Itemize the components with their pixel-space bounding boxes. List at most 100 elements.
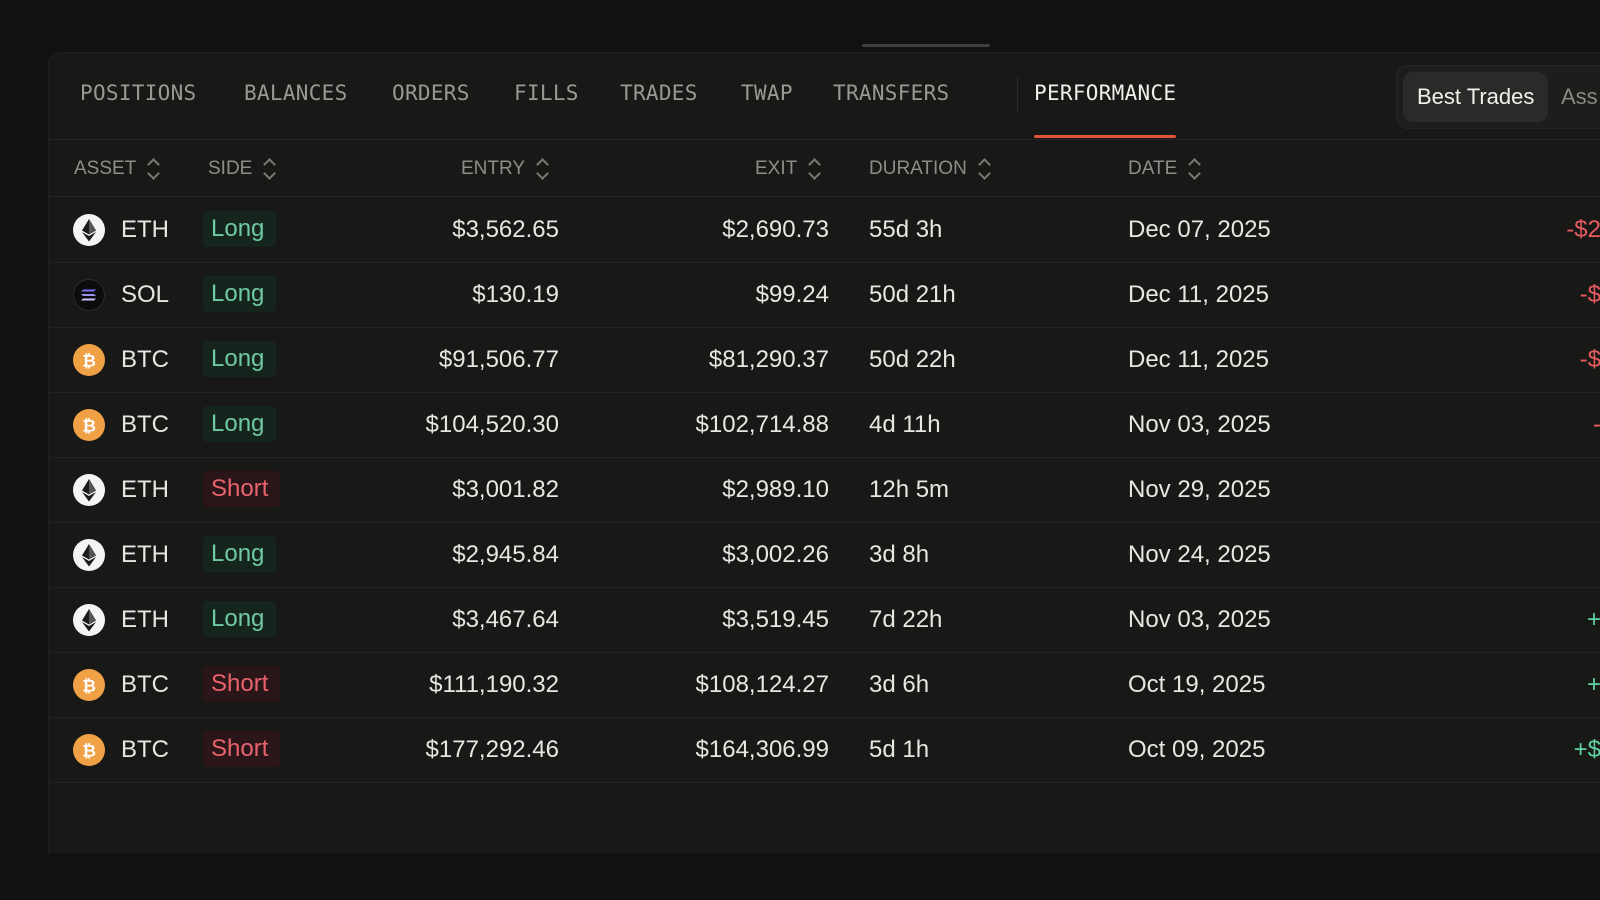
date-cell: Dec 11, 2025 [1128,281,1269,308]
table-row[interactable]: SOL Long $130.19 $99.24 50d 21h Dec 11, 2025 -… [49,262,1600,328]
pnl-cell: +$ [1573,736,1600,763]
svg-text:₿: ₿ [82,417,96,437]
side-badge: Long [203,406,277,442]
entry-price-cell: $104,520.30 [425,411,559,438]
column-asset-label: ASSET [74,158,137,179]
eth-icon [73,214,105,246]
tab-twap[interactable]: TWAP [741,81,793,105]
column-exit-label: EXIT [755,158,798,179]
entry-price-cell: $3,001.82 [452,476,559,503]
tab-orders[interactable]: ORDERS [392,81,470,105]
column-exit[interactable]: EXIT [755,156,821,182]
tab-performance[interactable]: PERFORMANCE [1034,81,1177,138]
svg-text:₿: ₿ [82,742,96,762]
side-badge: Long [203,536,277,572]
table-row[interactable]: ₿ BTC Long $104,520.30 $102,714.88 4d 11h Nov … [49,392,1600,458]
performance-panel: POSITIONS BALANCES ORDERS FILLS TRADES T… [48,52,1600,853]
exit-price-cell: $3,002.26 [722,541,829,568]
table-row[interactable]: ETH Long $2,945.84 $3,002.26 3d 8h Nov 24, 20… [49,522,1600,588]
tab-trades[interactable]: TRADES [620,81,698,105]
column-duration-label: DURATION [869,158,967,179]
exit-price-cell: $164,306.99 [695,736,829,763]
table-row[interactable]: ₿ BTC Short $111,190.32 $108,124.27 3d 6h Oct … [49,652,1600,718]
asset-cell: ETH [121,216,169,243]
eth-icon [73,539,105,571]
table-row[interactable]: ₿ BTC Short $177,292.46 $164,306.99 5d 1h Oct … [49,717,1600,783]
table-row[interactable]: ₿ BTC Long $91,506.77 $81,290.37 50d 22h Dec 1… [49,327,1600,393]
duration-cell: 12h 5m [869,476,950,503]
date-cell: Dec 11, 2025 [1128,346,1269,373]
drag-handle[interactable] [862,44,990,47]
column-side[interactable]: SIDE [208,156,276,182]
duration-cell: 50d 22h [869,346,956,373]
duration-cell: 55d 3h [869,216,943,243]
exit-price-cell: $2,690.73 [722,216,829,243]
pnl-cell: -$2 [1566,216,1600,243]
entry-price-cell: $91,506.77 [438,346,559,373]
date-cell: Dec 07, 2025 [1128,216,1271,243]
column-entry[interactable]: ENTRY [461,156,549,182]
eth-icon [73,604,105,636]
date-cell: Oct 19, 2025 [1128,671,1266,698]
pnl-cell: -$ [1579,281,1600,308]
entry-price-cell: $130.19 [472,281,559,308]
side-badge: Short [203,731,281,767]
side-badge: Long [203,211,277,247]
column-asset[interactable]: ASSET [74,156,160,182]
date-cell: Oct 09, 2025 [1128,736,1266,763]
asset-cell: BTC [121,346,169,373]
column-date-label: DATE [1128,158,1178,179]
table-row[interactable]: ETH Long $3,467.64 $3,519.45 7d 22h Nov 03, 2… [49,587,1600,653]
date-cell: Nov 03, 2025 [1128,411,1271,438]
exit-price-cell: $2,989.10 [722,476,829,503]
side-badge: Short [203,471,281,507]
exit-price-cell: $99.24 [755,281,829,308]
exit-price-cell: $108,124.27 [695,671,829,698]
pnl-cell: + [1586,606,1600,633]
entry-price-cell: $111,190.32 [429,671,559,698]
sort-icon [535,156,549,182]
asset-filter-button[interactable]: Ass [1547,72,1600,122]
sort-icon [146,156,160,182]
tab-transfers[interactable]: TRANSFERS [833,81,950,105]
entry-price-cell: $177,292.46 [425,736,559,763]
column-duration[interactable]: DURATION [869,156,991,182]
active-tab-indicator [1034,135,1177,138]
asset-cell: SOL [121,281,170,308]
tab-fills[interactable]: FILLS [514,81,579,105]
btc-icon: ₿ [73,669,105,701]
svg-text:₿: ₿ [82,352,96,372]
duration-cell: 3d 8h [869,541,930,568]
sort-icon [807,156,821,182]
duration-cell: 50d 21h [869,281,956,308]
eth-icon [73,474,105,506]
sort-icon [977,156,991,182]
trades-filter-toggle: Best Trades Ass [1396,65,1600,129]
duration-cell: 3d 6h [869,671,930,698]
date-cell: Nov 29, 2025 [1128,476,1271,503]
pnl-cell: + [1586,671,1600,698]
duration-cell: 4d 11h [869,411,941,438]
asset-cell: ETH [121,476,169,503]
tab-bar: POSITIONS BALANCES ORDERS FILLS TRADES T… [49,53,1600,140]
table-row[interactable]: ETH Long $3,562.65 $2,690.73 55d 3h Dec 07, 2… [49,197,1600,263]
column-side-label: SIDE [208,158,253,179]
tab-performance-label: PERFORMANCE [1034,81,1177,105]
asset-cell: BTC [121,671,169,698]
column-date[interactable]: DATE [1128,156,1201,182]
entry-price-cell: $3,562.65 [452,216,559,243]
side-badge: Long [203,276,277,312]
sort-icon [1187,156,1201,182]
tab-positions[interactable]: POSITIONS [80,81,197,105]
best-trades-button[interactable]: Best Trades [1403,72,1549,122]
side-badge: Long [203,341,277,377]
table-row[interactable]: ETH Short $3,001.82 $2,989.10 12h 5m Nov 29, … [49,457,1600,523]
entry-price-cell: $2,945.84 [452,541,559,568]
btc-icon: ₿ [73,344,105,376]
duration-cell: 7d 22h [869,606,943,633]
exit-price-cell: $3,519.45 [722,606,829,633]
sort-icon [262,156,276,182]
asset-cell: ETH [121,541,169,568]
side-badge: Short [203,666,281,702]
tab-balances[interactable]: BALANCES [244,81,348,105]
